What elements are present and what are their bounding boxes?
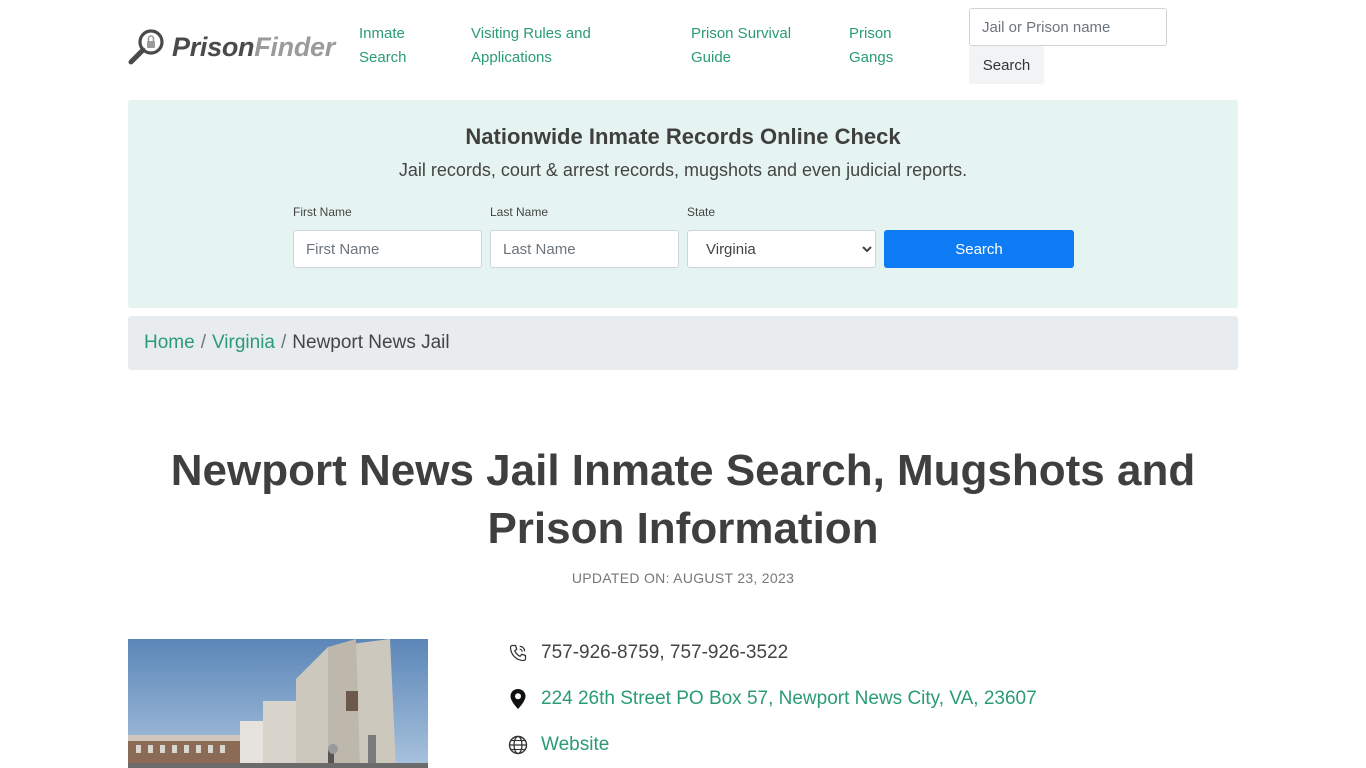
banner-subtitle: Jail records, court & arrest records, mu… bbox=[398, 160, 968, 180]
jail-building-image bbox=[128, 639, 428, 768]
first-name-label: First Name bbox=[293, 205, 352, 219]
header-search-button[interactable]: Search bbox=[969, 46, 1044, 84]
website-row: Website bbox=[507, 734, 609, 756]
prison-search-input[interactable] bbox=[969, 8, 1167, 46]
breadcrumb: Home / Virginia / Newport News Jail bbox=[128, 316, 1238, 370]
header-search: Search bbox=[969, 8, 1167, 84]
breadcrumb-state[interactable]: Virginia bbox=[212, 332, 275, 354]
nav-inmate-search[interactable]: Inmate Search bbox=[359, 22, 429, 70]
last-name-label: Last Name bbox=[490, 205, 549, 219]
first-name-field[interactable] bbox=[293, 230, 482, 268]
phone-numbers: 757-926-8759, 757-926-3522 bbox=[541, 642, 789, 663]
state-label: State bbox=[687, 205, 716, 219]
updated-date: UPDATED ON: AUGUST 23, 2023 bbox=[571, 570, 795, 586]
state-select[interactable]: Virginia bbox=[687, 230, 876, 268]
inmate-records-banner: Nationwide Inmate Records Online Check J… bbox=[128, 100, 1238, 308]
nav-prison-gangs[interactable]: Prison Gangs bbox=[849, 22, 909, 70]
nav-visiting-rules[interactable]: Visiting Rules and Applications bbox=[471, 22, 631, 70]
banner-title: Nationwide Inmate Records Online Check bbox=[465, 124, 901, 149]
records-search-button[interactable]: Search bbox=[884, 230, 1074, 268]
logo-text: PrisonFinder bbox=[172, 32, 335, 63]
logo-text-finder: Finder bbox=[254, 31, 335, 62]
breadcrumb-home[interactable]: Home bbox=[144, 332, 195, 354]
website-link[interactable]: Website bbox=[541, 734, 609, 756]
last-name-field[interactable] bbox=[490, 230, 679, 268]
site-logo[interactable]: PrisonFinder bbox=[128, 27, 335, 67]
address-link[interactable]: 224 26th Street PO Box 57, Newport News … bbox=[541, 688, 1037, 710]
location-pin-icon bbox=[507, 688, 529, 710]
magnifier-lock-icon bbox=[128, 29, 164, 65]
breadcrumb-separator: / bbox=[281, 332, 287, 353]
phone-row: 757-926-8759, 757-926-3522 bbox=[507, 642, 788, 664]
phone-icon bbox=[507, 642, 529, 664]
nav-survival-guide[interactable]: Prison Survival Guide bbox=[691, 22, 811, 70]
breadcrumb-separator: / bbox=[200, 332, 206, 353]
page-title: Newport News Jail Inmate Search, Mugshot… bbox=[170, 446, 1196, 553]
globe-icon bbox=[507, 734, 529, 756]
address-row: 224 26th Street PO Box 57, Newport News … bbox=[507, 688, 1037, 710]
logo-text-prison: Prison bbox=[172, 31, 255, 62]
jail-photo bbox=[128, 639, 428, 768]
breadcrumb-current: Newport News Jail bbox=[292, 332, 450, 353]
